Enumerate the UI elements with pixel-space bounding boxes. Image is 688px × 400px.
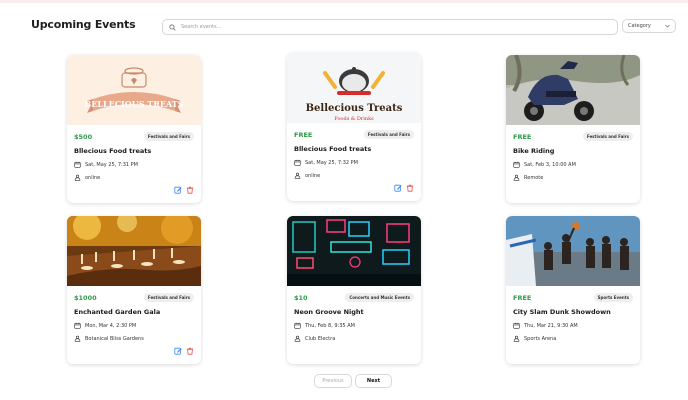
svg-text:Foods & Drinks: Foods & Drinks (334, 116, 374, 122)
event-date-text: Sat, May 25, 7:31 PM (85, 161, 138, 168)
svg-text:BELLECIOUS TREATS: BELLECIOUS TREATS (84, 99, 183, 109)
event-title: Bllecious Food treats (294, 145, 372, 153)
event-image: BELLECIOUS TREATS (67, 55, 201, 125)
event-date: Mon, Mar 4, 2:30 PM (74, 322, 136, 329)
event-price: FREE (294, 131, 313, 139)
event-location: online (74, 174, 100, 181)
event-location: Remote (513, 174, 543, 181)
event-location: Sports Arena (513, 335, 556, 342)
person-pin-icon (74, 335, 81, 342)
event-date-text: Mon, Mar 4, 2:30 PM (85, 322, 137, 329)
event-title: Bike Riding (513, 147, 555, 155)
garden-gala-photo (67, 216, 201, 286)
person-pin-icon (513, 174, 520, 181)
search-box[interactable] (162, 19, 618, 35)
svg-text:Bellecious Treats: Bellecious Treats (306, 103, 403, 114)
category-badge: Festivals and Fairs (143, 293, 194, 302)
event-price: FREE (513, 294, 532, 302)
event-title: City Slam Dunk Showdown (513, 308, 611, 316)
pagination: Previous Next (0, 374, 688, 390)
event-location-text: online (85, 174, 101, 181)
category-badge: Festivals and Fairs (143, 132, 194, 141)
calendar-icon (74, 161, 81, 168)
category-badge: Concerts and Music Events (345, 293, 414, 302)
event-date-text: Thu, Feb 8, 9:35 AM (305, 322, 355, 329)
top-accent-line (0, 0, 688, 3)
page-title: Upcoming Events (31, 18, 136, 31)
event-title: Bllecious Food treats (74, 147, 152, 155)
event-location-text: Club Electra (305, 335, 336, 342)
event-price: $10 (294, 294, 308, 302)
card-actions (390, 184, 414, 192)
calendar-icon (74, 322, 81, 329)
basketball-photo (506, 216, 640, 286)
calendar-icon (513, 161, 520, 168)
event-location: Club Electra (294, 335, 335, 342)
edit-icon[interactable] (174, 347, 182, 355)
event-location: online (294, 172, 320, 179)
category-select[interactable]: Category (622, 19, 676, 33)
person-pin-icon (74, 174, 81, 181)
event-card[interactable]: Bellecious Treats Foods & Drinks FREE Fe… (287, 53, 421, 201)
event-image (67, 216, 201, 286)
previous-button[interactable]: Previous (314, 374, 352, 388)
event-location-text: online (305, 172, 321, 179)
person-pin-icon (294, 335, 301, 342)
event-image (506, 216, 640, 286)
bellecious-logo-image: Bellecious Treats Foods & Drinks (287, 53, 421, 123)
event-image (287, 216, 421, 286)
person-pin-icon (513, 335, 520, 342)
event-date-text: Sat, May 25, 7:32 PM (305, 159, 358, 166)
event-date-text: Sat, Feb 3, 10:00 AM (524, 161, 576, 168)
category-badge: Festivals and Fairs (582, 132, 633, 141)
event-date-text: Thu, Mar 21, 9:30 AM (524, 322, 578, 329)
event-card[interactable]: FREE Festivals and Fairs Bike Riding Sat… (506, 55, 640, 203)
category-badge: Festivals and Fairs (363, 130, 414, 139)
event-card[interactable]: BELLECIOUS TREATS $500 Festivals and Fai… (67, 55, 201, 203)
event-date: Sat, May 25, 7:32 PM (294, 159, 358, 166)
event-location-text: Remote (524, 174, 544, 181)
trash-icon[interactable] (186, 347, 194, 355)
scooter-photo (506, 55, 640, 125)
next-button[interactable]: Next (355, 374, 392, 388)
event-price: $500 (74, 133, 93, 141)
event-card[interactable]: FREE Sports Events City Slam Dunk Showdo… (506, 216, 640, 364)
event-price: $1000 (74, 294, 97, 302)
event-location: Botanical Bliss Gardens (74, 335, 144, 342)
event-title: Neon Groove Night (294, 308, 364, 316)
event-location-text: Sports Arena (524, 335, 557, 342)
event-price: FREE (513, 133, 532, 141)
neon-club-photo (287, 216, 421, 286)
event-date: Thu, Mar 21, 9:30 AM (513, 322, 578, 329)
header: Upcoming Events Category (0, 14, 688, 40)
search-icon (169, 23, 176, 31)
event-image: Bellecious Treats Foods & Drinks (287, 53, 421, 123)
event-title: Enchanted Garden Gala (74, 308, 161, 316)
card-actions (170, 186, 194, 194)
chevron-down-icon (665, 24, 670, 28)
event-card[interactable]: $10 Concerts and Music Events Neon Groov… (287, 216, 421, 364)
calendar-icon (294, 322, 301, 329)
person-pin-icon (294, 172, 301, 179)
trash-icon[interactable] (406, 184, 414, 192)
edit-icon[interactable] (394, 184, 402, 192)
edit-icon[interactable] (174, 186, 182, 194)
card-actions (170, 347, 194, 355)
calendar-icon (513, 322, 520, 329)
event-card[interactable]: $1000 Festivals and Fairs Enchanted Gard… (67, 216, 201, 364)
event-date: Thu, Feb 8, 9:35 AM (294, 322, 355, 329)
event-location-text: Botanical Bliss Gardens (85, 335, 144, 342)
bellecious-logo-image: BELLECIOUS TREATS (67, 55, 201, 125)
category-select-label: Category (628, 23, 651, 29)
search-input[interactable] (181, 24, 601, 30)
event-image (506, 55, 640, 125)
trash-icon[interactable] (186, 186, 194, 194)
calendar-icon (294, 159, 301, 166)
event-date: Sat, Feb 3, 10:00 AM (513, 161, 576, 168)
category-badge: Sports Events (593, 293, 633, 302)
event-date: Sat, May 25, 7:31 PM (74, 161, 138, 168)
